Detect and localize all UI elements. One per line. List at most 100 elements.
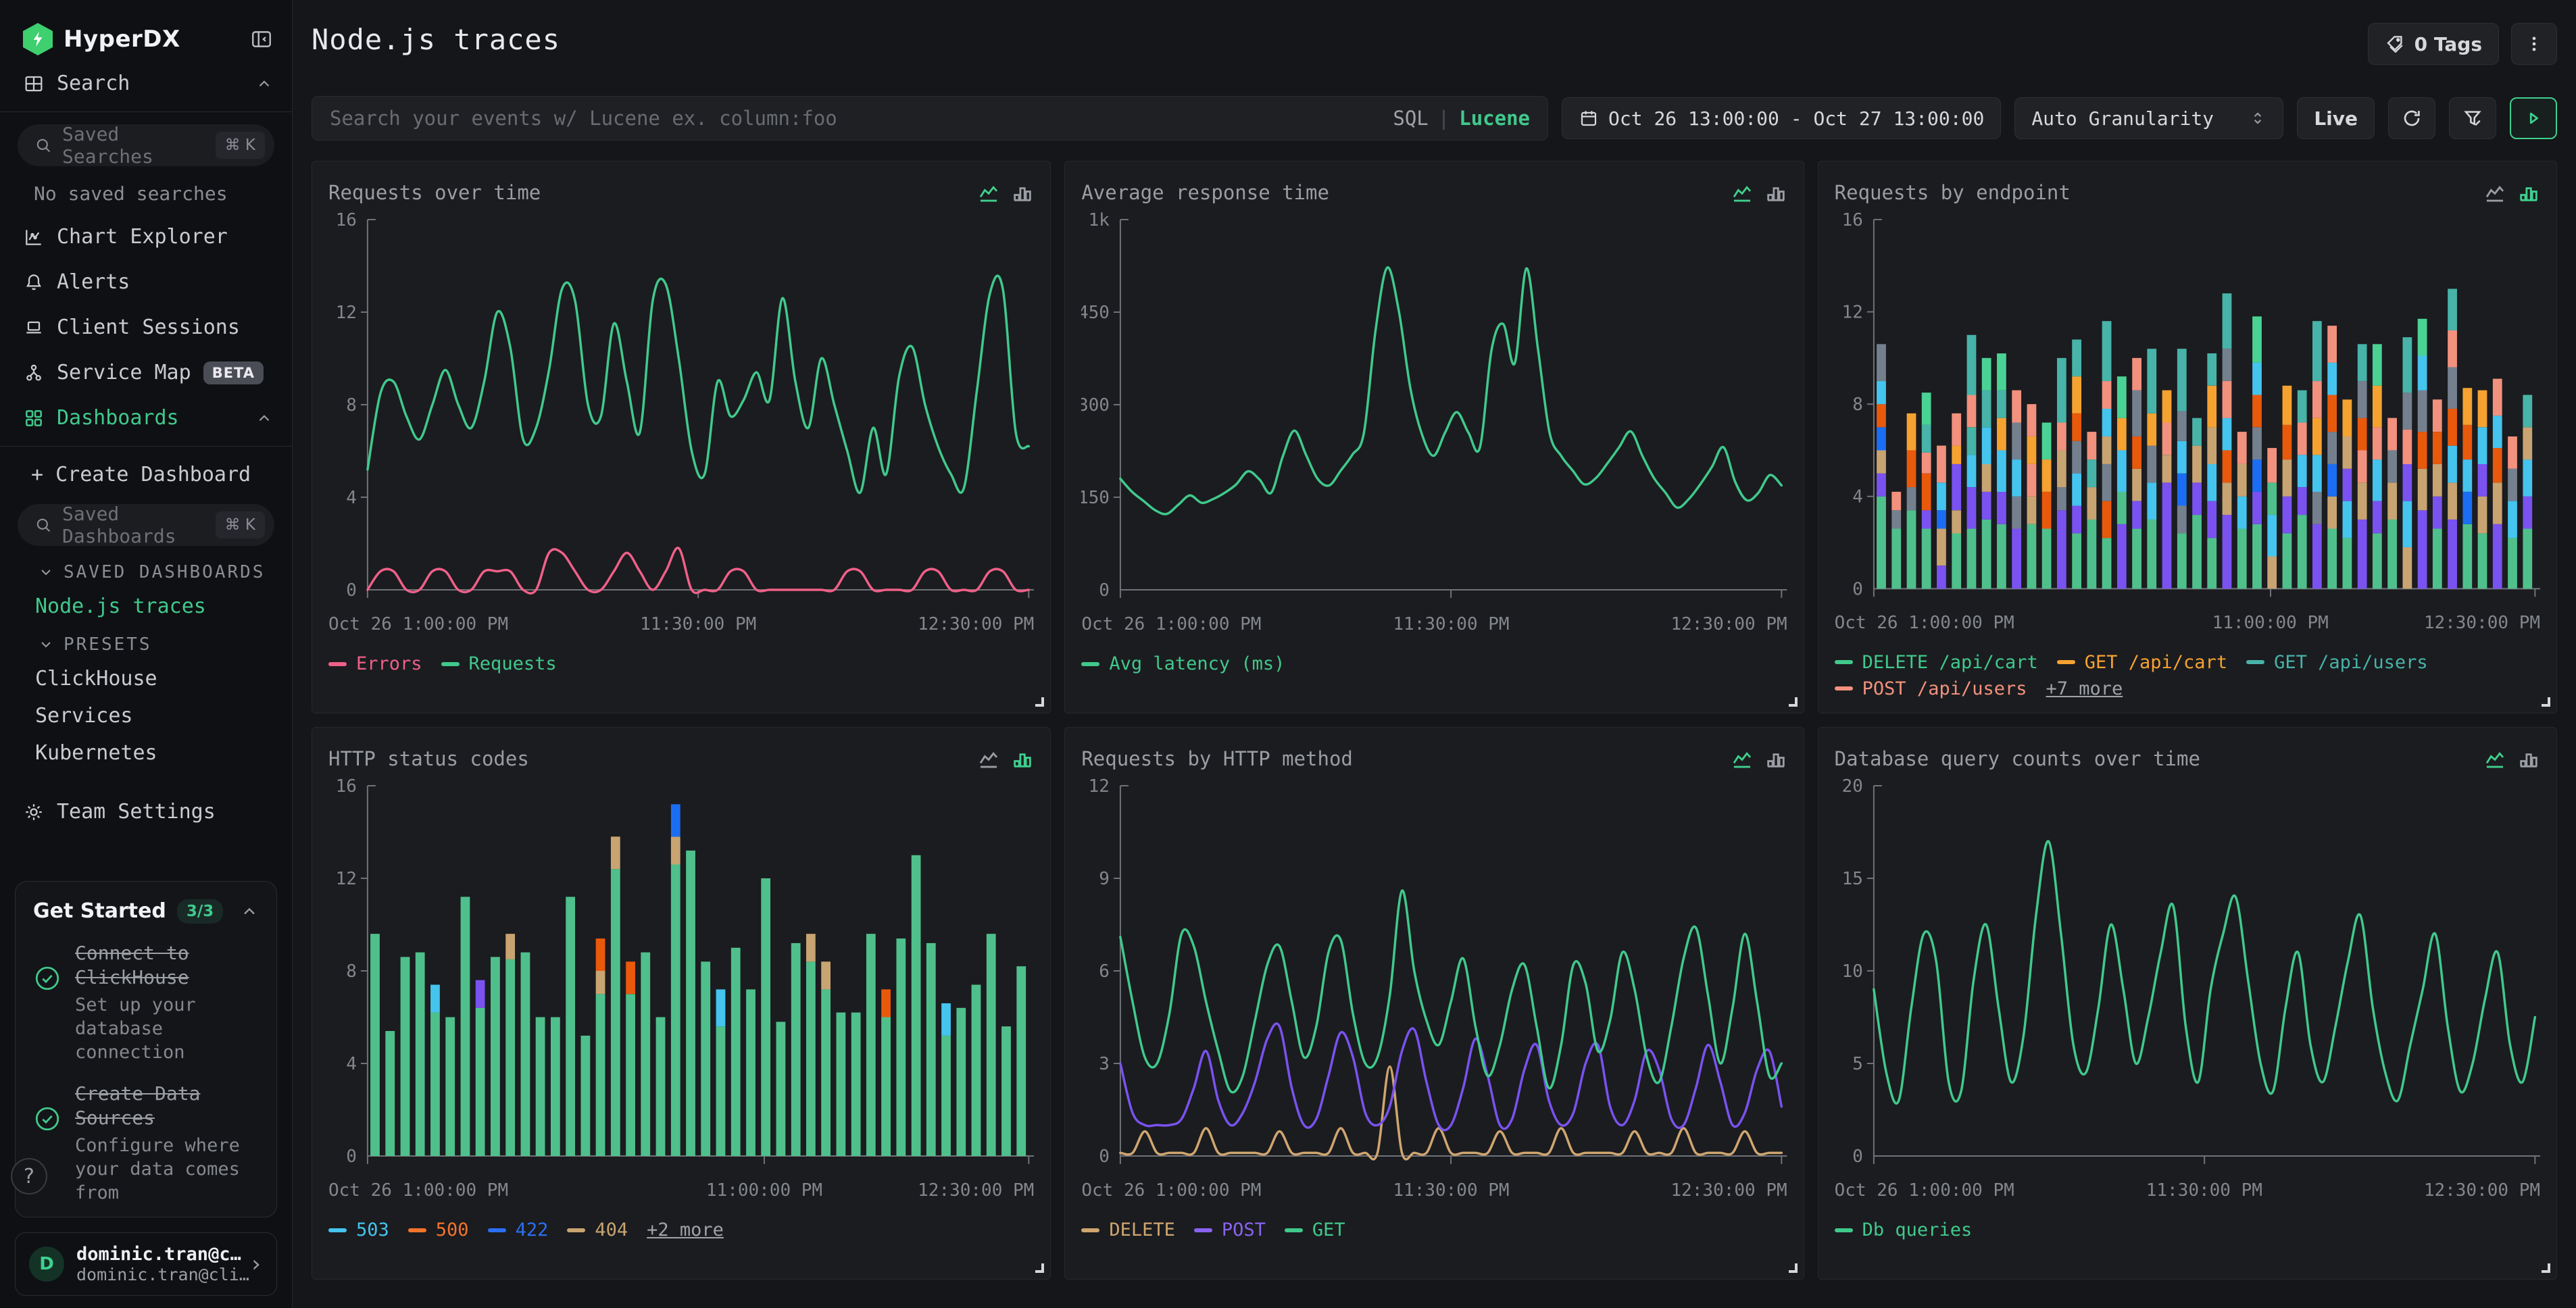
chart-plot: 036912 (1081, 776, 1787, 1179)
preset-link-clickhouse[interactable]: ClickHouse (0, 660, 292, 697)
create-dashboard-button[interactable]: + Create Dashboard (0, 452, 292, 497)
presets-section-toggle[interactable]: PRESETS (0, 625, 292, 660)
legend-item[interactable]: GET /api/cart (2057, 652, 2227, 673)
legend-item[interactable]: 500 (408, 1219, 469, 1240)
legend-swatch (1194, 1228, 1212, 1232)
bar-chart-icon[interactable] (1764, 747, 1787, 770)
resize-handle[interactable] (1035, 697, 1044, 707)
spacer (0, 834, 292, 881)
time-range-button[interactable]: Oct 26 13:00:00 - Oct 27 13:00:00 (1562, 97, 2001, 139)
legend-label: DELETE (1109, 1219, 1175, 1240)
preset-link-kubernetes[interactable]: Kubernetes (0, 734, 292, 772)
brand[interactable]: HyperDX (23, 23, 180, 55)
chart-legend: DELETE /api/cart GET /api/cart GET /api/us… (1835, 652, 2540, 699)
sidebar-item-alerts[interactable]: Alerts (0, 259, 292, 305)
saved-dashboards-input[interactable]: Saved Dashboards ⌘ K (18, 504, 274, 546)
sidebar-item-search[interactable]: Search (0, 61, 292, 106)
saved-searches-input[interactable]: Saved Searches ⌘ K (18, 124, 274, 166)
resize-handle[interactable] (2542, 697, 2550, 707)
legend-item[interactable]: 503 (328, 1219, 389, 1240)
chart-title: Average response time (1081, 181, 1329, 204)
saved-dashboards-section-toggle[interactable]: SAVED DASHBOARDS (0, 553, 292, 588)
toggle-divider: | (1438, 107, 1450, 130)
collapse-sidebar-icon[interactable] (250, 28, 273, 51)
resize-handle[interactable] (2542, 1263, 2550, 1273)
bar-chart-icon[interactable] (1764, 181, 1787, 204)
refresh-button[interactable] (2388, 97, 2435, 139)
legend-label: Avg latency (ms) (1109, 653, 1285, 674)
sidebar-item-chart-explorer[interactable]: Chart Explorer (0, 214, 292, 259)
line-chart-icon[interactable] (2483, 181, 2506, 204)
legend-item[interactable]: POST /api/users (1835, 678, 2027, 699)
legend-item[interactable]: Requests (441, 653, 557, 674)
filter-icon (2462, 107, 2483, 129)
line-chart-icon[interactable] (2483, 747, 2506, 770)
sidebar-item-team-settings[interactable]: Team Settings (0, 789, 292, 834)
x-axis-tick-label: 12:30:00 PM (918, 614, 1034, 634)
dashboard-link-nodejs-traces[interactable]: Node.js traces (0, 588, 292, 625)
bar-chart-icon[interactable] (1011, 181, 1034, 204)
chart-title: Requests over time (328, 181, 541, 204)
bar-chart-icon[interactable] (1011, 747, 1034, 770)
kebab-icon (2524, 34, 2544, 54)
sidebar-item-service-map[interactable]: Service Map BETA (0, 350, 292, 395)
line-chart-icon[interactable] (1731, 181, 1754, 204)
get-started-item-sources[interactable]: Create Data Sources Configure where your… (33, 1082, 259, 1205)
line-chart-icon[interactable] (1731, 747, 1754, 770)
sidebar-item-label: Chart Explorer (57, 225, 273, 249)
sidebar-item-dashboards[interactable]: Dashboards (0, 395, 292, 441)
legend-label: 500 (436, 1219, 469, 1240)
gear-icon (23, 801, 45, 823)
tags-button[interactable]: 0 Tags (2368, 23, 2499, 65)
preset-link-services[interactable]: Services (0, 697, 292, 734)
legend-more-link[interactable]: +2 more (647, 1219, 724, 1240)
svg-text:4: 4 (346, 488, 357, 508)
sql-toggle[interactable]: SQL (1393, 107, 1428, 130)
chevron-right-icon: › (249, 1251, 263, 1278)
sidebar-item-client-sessions[interactable]: Client Sessions (0, 305, 292, 350)
get-started-card: Get Started 3/3 Connect to ClickHouse Se… (15, 881, 277, 1217)
resize-handle[interactable] (1035, 1263, 1044, 1273)
line-chart-icon[interactable] (977, 181, 1000, 204)
legend-item[interactable]: Errors (328, 653, 422, 674)
legend-item[interactable]: POST (1194, 1219, 1266, 1240)
legend-item[interactable]: 404 (567, 1219, 628, 1240)
legend-item[interactable]: DELETE /api/cart (1835, 652, 2038, 673)
legend-more-link[interactable]: +7 more (2046, 678, 2123, 699)
section-label-text: SAVED DASHBOARDS (64, 562, 265, 582)
chart-legend: Errors Requests (328, 653, 1034, 674)
granularity-select[interactable]: Auto Granularity (2014, 97, 2283, 139)
legend-item[interactable]: 422 (488, 1219, 549, 1240)
run-query-button[interactable] (2510, 97, 2557, 139)
lucene-toggle[interactable]: Lucene (1459, 107, 1530, 130)
bar-chart-icon[interactable] (2517, 181, 2540, 204)
filter-button[interactable] (2449, 97, 2496, 139)
resize-handle[interactable] (1789, 1263, 1798, 1273)
resize-handle[interactable] (1789, 697, 1798, 707)
chart-panel-requests-over-time: Requests over time0481216Oct 26 1:00:00 … (312, 161, 1051, 713)
legend-item[interactable]: Db queries (1835, 1219, 1973, 1240)
svg-text:150: 150 (1081, 488, 1110, 508)
event-search-input[interactable]: Search your events w/ Lucene ex. column:… (312, 96, 1548, 141)
more-menu-button[interactable] (2511, 23, 2557, 65)
help-button[interactable]: ? (11, 1158, 47, 1194)
bar-chart-icon[interactable] (2517, 747, 2540, 770)
user-card[interactable]: D dominic.tran@c… dominic.tran@cli… › (15, 1232, 277, 1296)
legend-item[interactable]: Avg latency (ms) (1081, 653, 1285, 674)
get-started-item-connect[interactable]: Connect to ClickHouse Set up your databa… (33, 941, 259, 1064)
sidebar-item-label: Team Settings (57, 800, 273, 824)
x-axis-tick-label: 11:30:00 PM (1393, 1180, 1509, 1201)
legend-item[interactable]: GET /api/users (2246, 652, 2428, 673)
x-axis-tick-label: Oct 26 1:00:00 PM (1081, 1180, 1261, 1201)
svg-text:0: 0 (1852, 579, 1863, 599)
calendar-icon (1579, 108, 1599, 128)
legend-swatch (1835, 660, 1853, 664)
svg-text:0: 0 (1099, 1147, 1110, 1167)
legend-item[interactable]: GET (1285, 1219, 1345, 1240)
chevron-up-icon[interactable] (240, 902, 259, 921)
line-chart-icon[interactable] (977, 747, 1000, 770)
check-circle-icon (33, 1105, 61, 1133)
live-button[interactable]: Live (2297, 97, 2375, 139)
legend-item[interactable]: DELETE (1081, 1219, 1175, 1240)
chart-panel-average-response-time: Average response time01503004501kOct 26 … (1064, 161, 1804, 713)
